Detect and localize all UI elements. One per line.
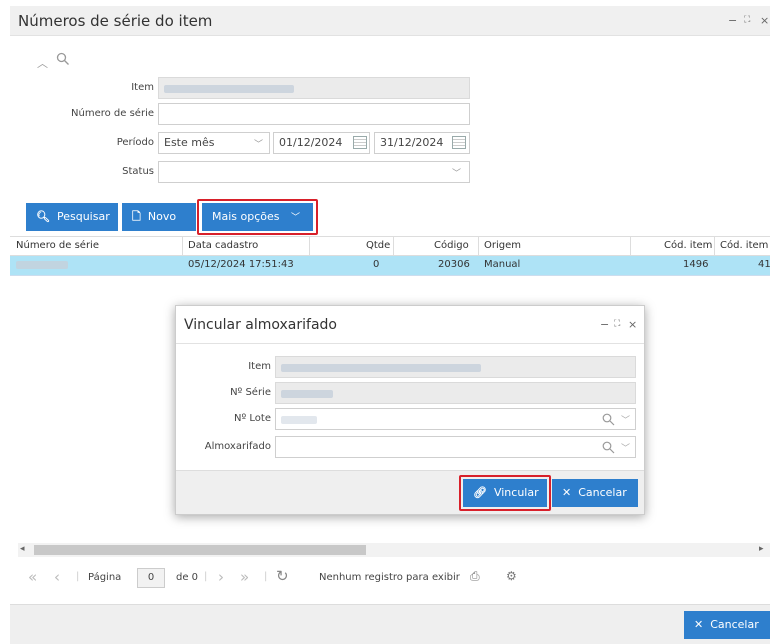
warehouse-lookup-input[interactable]: ﹀ (275, 436, 636, 458)
link-button-highlight (459, 475, 551, 511)
empty-message: Nenhum registro para exibir (319, 572, 460, 583)
window-title: Números de série do item (18, 12, 213, 30)
minimize-icon[interactable]: − (728, 14, 737, 27)
chevron-down-icon[interactable]: ﹀ (621, 413, 630, 426)
previous-page-icon[interactable]: ‹ (54, 568, 60, 586)
page-number-input[interactable]: 0 (137, 568, 165, 588)
close-icon: ✕ (694, 618, 704, 631)
chevron-up-icon[interactable]: ︿ (37, 55, 48, 71)
grid-header: Número de série Data cadastro Qtde Códig… (10, 236, 770, 256)
date-cell: 05/12/2024 17:51:43 (188, 259, 294, 270)
scroll-left-icon[interactable]: ◂ (20, 544, 25, 554)
horizontal-scrollbar[interactable]: ◂ ▸ (18, 543, 770, 557)
close-icon: ✕ (562, 486, 572, 499)
status-select[interactable]: ﹀ (158, 161, 470, 183)
first-page-icon[interactable]: « (28, 568, 37, 586)
new-button-label: Novo (147, 210, 177, 223)
new-button[interactable]: 🗋 Novo (122, 203, 196, 231)
period-value: Este mês (164, 136, 215, 149)
column-header[interactable]: Cód. item (664, 240, 712, 251)
column-header[interactable]: Origem (484, 240, 521, 251)
close-icon[interactable]: × (760, 14, 769, 27)
table-row[interactable]: 05/12/2024 17:51:43 0 20306 Manual 1496 … (10, 256, 770, 276)
cancel-button-label: Cancelar (710, 618, 759, 631)
scroll-right-icon[interactable]: ▸ (759, 544, 764, 554)
more-options-highlight (197, 199, 318, 235)
serial-field (275, 382, 636, 404)
item-code-cell: 41 (758, 259, 770, 270)
search-icon: 🔍︎ (36, 210, 50, 223)
chevron-down-icon: ﹀ (253, 140, 263, 150)
calendar-icon[interactable] (452, 136, 466, 149)
column-header[interactable]: Cód. item (720, 240, 768, 251)
document-icon: 🗋 (132, 210, 141, 223)
code-cell: 20306 (438, 259, 470, 270)
print-icon[interactable]: ⎙ (470, 569, 480, 584)
calendar-icon[interactable] (353, 136, 367, 149)
period-label: Período (116, 137, 154, 148)
search-button-label: Pesquisar (56, 210, 110, 223)
settings-icon[interactable]: ⚙ (506, 569, 517, 583)
item-code-cell: 1496 (683, 259, 709, 270)
window-titlebar: Números de série do item − ⛶ × (10, 6, 770, 36)
dialog-cancel-button[interactable]: ✕ Cancelar (552, 479, 638, 507)
dialog-footer: 🔗︎ Vincular ✕ Cancelar (176, 470, 644, 514)
dialog-title: Vincular almoxarifado (184, 317, 337, 333)
pagination-bar: « ‹ | Página 0 de 0 | › » | ↻ Nenhum reg… (28, 567, 517, 588)
item-field (275, 356, 636, 378)
chevron-down-icon: ﹀ (451, 169, 461, 179)
qty-cell: 0 (373, 259, 380, 270)
item-field (158, 77, 470, 99)
lot-lookup-input[interactable]: ﹀ (275, 408, 636, 430)
last-page-icon[interactable]: » (240, 568, 249, 586)
column-header[interactable]: Data cadastro (188, 240, 258, 251)
serial-number-input[interactable] (158, 103, 470, 125)
item-label: Item (131, 82, 154, 93)
minimize-icon[interactable]: − (600, 318, 609, 331)
search-icon[interactable] (56, 52, 70, 66)
serial-cell (16, 261, 68, 272)
page-label: Página (88, 572, 122, 583)
search-button[interactable]: 🔍︎ Pesquisar (26, 203, 118, 231)
date-from-value: 01/12/2024 (279, 136, 343, 149)
chevron-down-icon[interactable]: ﹀ (621, 441, 630, 454)
status-label: Status (122, 166, 154, 177)
period-select[interactable]: Este mês ﹀ (158, 132, 270, 154)
search-icon[interactable] (602, 413, 615, 426)
date-to-value: 31/12/2024 (380, 136, 444, 149)
refresh-icon[interactable]: ↻ (276, 567, 289, 585)
item-label: Item (248, 361, 271, 372)
column-header[interactable]: Código (434, 240, 469, 251)
warehouse-label: Almoxarifado (204, 441, 271, 452)
serial-number-label: Número de série (71, 108, 154, 119)
maximize-icon[interactable]: ⛶ (614, 319, 620, 329)
column-header[interactable]: Qtde (366, 240, 390, 251)
cancel-button[interactable]: ✕ Cancelar (684, 611, 770, 639)
maximize-icon[interactable]: ⛶ (744, 15, 750, 25)
dialog-cancel-label: Cancelar (578, 486, 627, 499)
link-warehouse-dialog: Vincular almoxarifado − ⛶ × Item Nº Séri… (175, 305, 645, 515)
lot-label: Nº Lote (234, 413, 271, 424)
window-footer: ✕ Cancelar (10, 604, 770, 644)
column-header[interactable]: Número de série (16, 240, 99, 251)
page-count-label: de 0 (176, 572, 199, 583)
next-page-icon[interactable]: › (218, 568, 224, 586)
close-icon[interactable]: × (628, 318, 637, 331)
origin-cell: Manual (484, 259, 521, 270)
search-icon[interactable] (602, 441, 615, 454)
scrollbar-thumb[interactable] (34, 545, 366, 555)
serial-label: Nº Série (230, 387, 271, 398)
